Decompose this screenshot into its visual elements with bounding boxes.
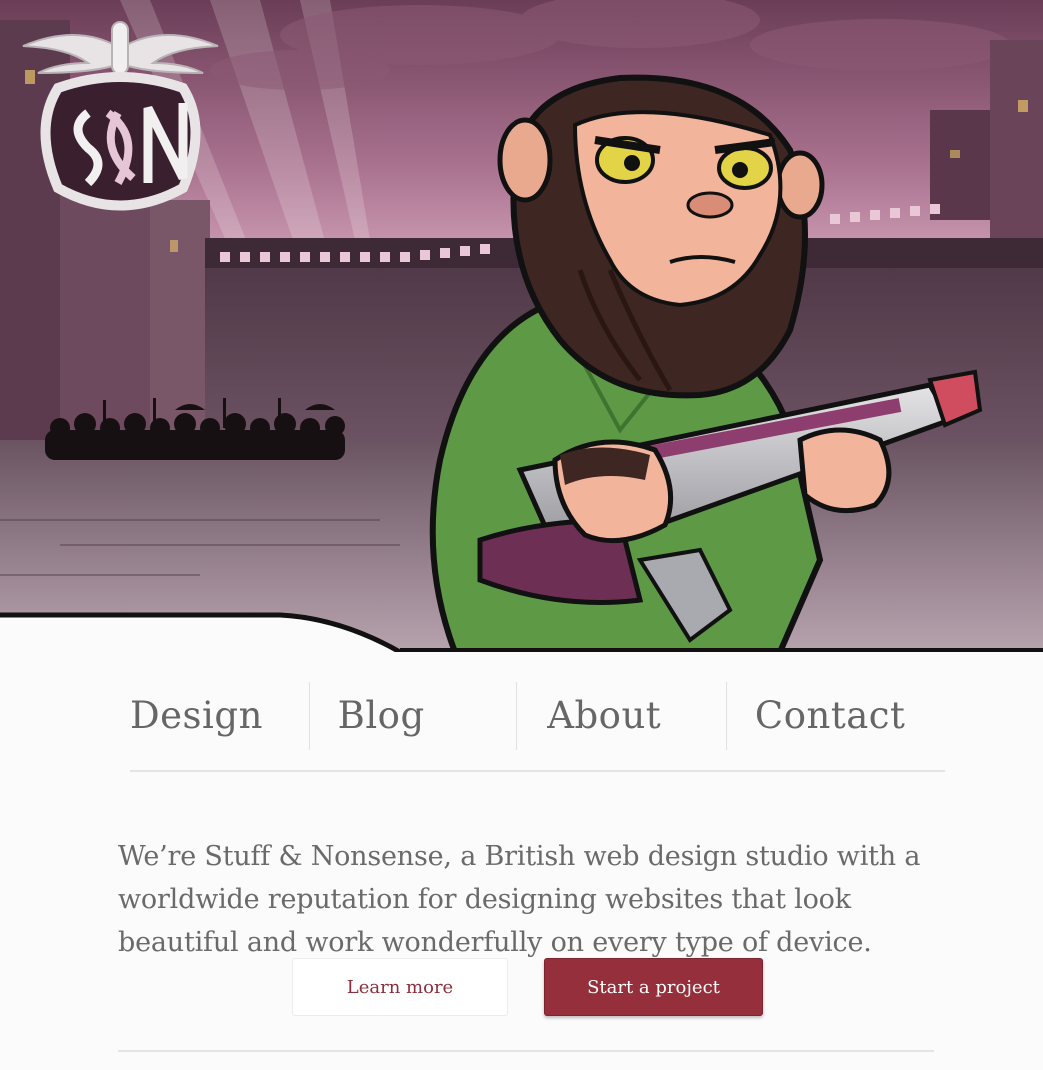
nav-about-link[interactable]: About bbox=[517, 680, 726, 750]
intro-paragraph: We’re Stuff & Nonsense, a British web de… bbox=[118, 841, 921, 958]
main-nav: Design Blog About Contact bbox=[130, 680, 945, 772]
section-divider bbox=[118, 1050, 934, 1052]
page: Design Blog About Contact We’re Stuff & … bbox=[0, 0, 1043, 1070]
nav-contact-link[interactable]: Contact bbox=[727, 680, 945, 750]
sn-monogram-logo-icon[interactable] bbox=[18, 18, 223, 218]
learn-more-button[interactable]: Learn more bbox=[292, 958, 508, 1016]
nav-blog-link[interactable]: Blog bbox=[310, 680, 517, 750]
hero-illustration bbox=[0, 0, 1043, 652]
nav-design-link[interactable]: Design bbox=[130, 680, 309, 750]
start-project-button[interactable]: Start a project bbox=[544, 958, 763, 1016]
